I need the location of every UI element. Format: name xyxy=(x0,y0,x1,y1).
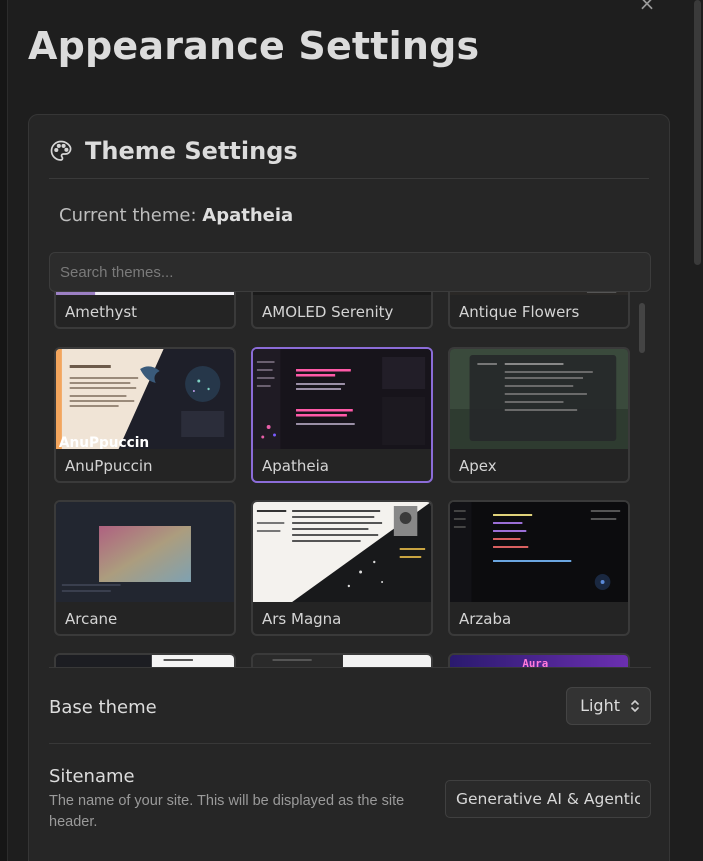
theme-card-arcane[interactable]: Arcane xyxy=(54,500,236,636)
sitename-setting: Sitename The name of your site. This wil… xyxy=(49,743,651,853)
theme-card[interactable] xyxy=(54,653,236,667)
theme-card-aura[interactable]: Aura xyxy=(448,653,630,667)
theme-thumbnail: AnuPpuccin xyxy=(56,349,234,449)
chevron-up-down-icon xyxy=(631,700,639,712)
panel-title: Theme Settings xyxy=(85,137,298,165)
theme-search-input[interactable] xyxy=(49,252,651,292)
theme-thumbnail xyxy=(253,292,431,295)
sitename-input[interactable] xyxy=(445,780,651,818)
theme-card-ars-magna[interactable]: Ars Magna xyxy=(251,500,433,636)
theme-thumbnail xyxy=(253,502,431,602)
theme-thumbnail xyxy=(253,655,431,667)
palette-icon xyxy=(50,140,72,161)
sitename-info: Sitename The name of your site. This wil… xyxy=(49,766,419,833)
theme-card-label: Antique Flowers xyxy=(459,303,580,321)
base-theme-label: Base theme xyxy=(49,697,157,718)
close-icon[interactable]: × xyxy=(636,0,658,16)
theme-thumbnail-title: AnuPpuccin xyxy=(59,435,149,449)
sitename-label: Sitename xyxy=(49,766,135,787)
theme-card-label: Arcane xyxy=(65,610,118,628)
theme-thumbnail xyxy=(56,292,234,295)
theme-card-label: Ars Magna xyxy=(262,610,342,628)
sitename-description: The name of your site. This will be disp… xyxy=(49,793,405,830)
page-title: Appearance Settings xyxy=(28,24,480,68)
left-sidebar-edge xyxy=(0,0,8,861)
theme-card-label: AnuPpuccin xyxy=(65,457,153,475)
theme-thumbnail xyxy=(450,292,628,295)
theme-thumbnail xyxy=(450,502,628,602)
theme-card-label: Apatheia xyxy=(262,457,329,475)
theme-thumbnail xyxy=(253,349,431,449)
theme-card[interactable] xyxy=(251,653,433,667)
theme-card-anuppuccin[interactable]: AnuPpuccin AnuPpuccin xyxy=(54,347,236,483)
current-theme-label: Current theme: xyxy=(59,205,197,226)
theme-card-label: AMOLED Serenity xyxy=(262,303,394,321)
theme-thumbnail-title: Aura xyxy=(522,657,548,667)
theme-card-label: Apex xyxy=(459,457,497,475)
base-theme-value: Light xyxy=(580,696,620,715)
panel-header: Theme Settings xyxy=(49,137,649,179)
theme-card-amoled-serenity[interactable]: AMOLED Serenity xyxy=(251,292,433,329)
theme-card-antique-flowers[interactable]: Antique Flowers xyxy=(448,292,630,329)
theme-thumbnail: Aura xyxy=(450,655,628,667)
current-theme-value: Apatheia xyxy=(202,205,294,226)
page-scrollbar[interactable] xyxy=(691,0,703,861)
theme-card-amethyst[interactable]: Amethyst xyxy=(54,292,236,329)
theme-card-apatheia[interactable]: Apatheia xyxy=(251,347,433,483)
page-scrollbar-thumb[interactable] xyxy=(694,0,701,265)
theme-settings-panel: Theme Settings Current theme: Apatheia A… xyxy=(28,114,670,861)
current-theme-line: Current theme: Apatheia xyxy=(59,205,293,226)
base-theme-setting: Base theme Light xyxy=(49,667,651,743)
theme-card-apex[interactable]: Apex xyxy=(448,347,630,483)
base-theme-dropdown[interactable]: Light xyxy=(566,687,651,725)
theme-thumbnail xyxy=(56,502,234,602)
theme-card-arzaba[interactable]: Arzaba xyxy=(448,500,630,636)
theme-thumbnail xyxy=(56,655,234,667)
theme-card-label: Amethyst xyxy=(65,303,138,321)
theme-thumbnail xyxy=(450,349,628,449)
theme-card-label: Arzaba xyxy=(459,610,512,628)
theme-grid-scrollbar[interactable] xyxy=(639,303,645,353)
theme-grid[interactable]: Amethyst AMOLED Serenity Antique Flowers xyxy=(49,292,651,667)
